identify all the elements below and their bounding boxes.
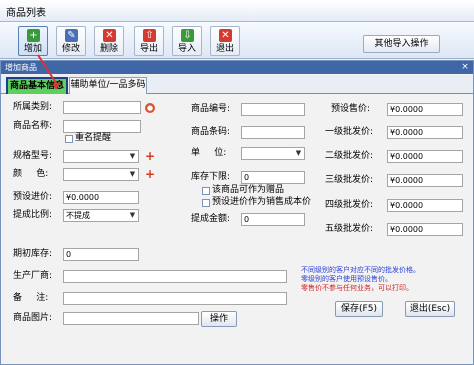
commission-ratio-value: 不提成 [66,211,90,220]
lvl3-price-field[interactable]: ¥0.0000 [387,174,463,187]
note-line-2: 零级别的客户使用预设售价。 [301,275,392,283]
stock-lower-label: 库存下限: [191,172,231,182]
import-button[interactable]: ⇩ 导入 [172,26,202,56]
unit-combo[interactable]: ▼ [241,147,305,160]
commission-ratio-combo[interactable]: 不提成 ▼ [63,209,139,222]
barcode-label: 商品条码: [191,127,231,137]
stock-lower-field[interactable]: 0 [241,171,305,184]
app-root: 商品列表 + 增加 ✎ 修改 ✕ 删除 ⇧ 导出 ⇩ 导入 ✕ 退出 其他导入操… [0,0,474,365]
name-label: 商品名称: [13,121,53,131]
lvl2-price-field[interactable]: ¥0.0000 [387,150,463,163]
preset-sale-label: 预设售价: [331,104,371,114]
preset-sale-field[interactable]: ¥0.0000 [387,103,463,116]
delete-button[interactable]: ✕ 删除 [94,26,124,56]
add-color-icon[interactable]: + [145,168,155,180]
dup-remind-checkbox[interactable] [65,135,73,143]
gift-checkbox[interactable] [202,187,210,195]
parent-title: 商品列表 [6,8,46,19]
export-button-label: 导出 [139,44,158,54]
add-button-label: 增加 [23,44,42,54]
export-button[interactable]: ⇧ 导出 [134,26,164,56]
commission-ratio-label: 提成比例: [13,210,53,220]
exit-button[interactable]: ✕ 退出 [210,26,240,56]
commission-amount-field[interactable]: 0 [241,213,305,226]
edit-icon: ✎ [65,29,78,42]
lvl1-price-field[interactable]: ¥0.0000 [387,126,463,139]
browse-image-button[interactable]: 操作 [201,311,237,327]
tab-basic-info[interactable]: 商品基本信息 [6,77,68,94]
tab-aux-units[interactable]: 辅助单位/一品多码 [69,77,147,94]
opening-stock-label: 期初库存: [13,249,53,259]
category-field[interactable] [63,101,141,114]
dup-remind-label: 重名提醒 [75,133,112,143]
lvl1-label: 一级批发价: [325,127,374,137]
delete-icon: ✕ [103,29,116,42]
chevron-down-icon: ▼ [129,211,136,219]
color-combo[interactable]: ▼ [63,168,139,181]
export-icon: ⇧ [143,29,156,42]
import-button-label: 导入 [177,44,196,54]
dialog-title-bar: 增加商品 × [1,61,473,74]
tab-strip: 商品基本信息 辅助单位/一品多码 [1,75,473,94]
image-label: 商品图片: [13,313,53,323]
add-icon: + [27,29,40,42]
preset-cost-checkbox[interactable] [202,199,210,207]
lvl2-label: 二级批发价: [325,151,374,161]
manufacturer-label: 生产厂商: [13,271,53,281]
add-button[interactable]: + 增加 [18,26,48,56]
note-line-3: 零售价不参与任何业务，可以打印。 [301,284,413,292]
preset-purchase-label: 预设进价: [13,192,53,202]
delete-button-label: 删除 [99,44,118,54]
exit-icon: ✕ [219,29,232,42]
chevron-down-icon: ▼ [129,170,136,178]
lvl4-price-field[interactable]: ¥0.0000 [387,199,463,212]
remark-field[interactable] [63,292,287,305]
import-icon: ⇩ [181,29,194,42]
spec-combo[interactable]: ▼ [63,150,139,163]
edit-button-label: 修改 [61,44,80,54]
code-field[interactable] [241,103,305,116]
code-label: 商品编号: [191,104,231,114]
exit-button-label: 退出 [215,44,234,54]
edit-button[interactable]: ✎ 修改 [56,26,86,56]
spec-label: 规格型号: [13,151,53,161]
opening-stock-field[interactable]: 0 [63,248,139,261]
preset-cost-option-label: 预设进价作为销售成本价 [212,197,312,207]
category-select-icon[interactable]: ● [145,103,155,113]
save-button[interactable]: 保存(F5) [335,301,383,317]
manufacturer-field[interactable] [63,270,287,283]
exit-dialog-button[interactable]: 退出(Esc) [405,301,455,317]
lvl5-price-field[interactable]: ¥0.0000 [387,223,463,236]
lvl4-label: 四级批发价: [325,200,374,210]
dialog-title: 增加商品 [5,63,37,72]
preset-purchase-field[interactable]: ¥0.0000 [63,191,139,204]
remark-label: 备 注: [13,293,49,303]
unit-label: 单 位: [191,148,227,158]
chevron-down-icon: ▼ [129,152,136,160]
close-icon[interactable]: × [460,62,470,72]
lvl5-label: 五级批发价: [325,224,374,234]
category-label: 所属类别: [13,102,53,112]
other-import-button[interactable]: 其他导入操作 [363,35,440,53]
image-path-field[interactable] [63,312,199,325]
note-line-1: 不同级别的客户对应不同的批发价格。 [301,266,420,274]
chevron-down-icon: ▼ [295,149,302,157]
add-spec-icon[interactable]: + [145,150,155,162]
color-label: 颜 色: [13,169,49,179]
add-product-dialog: 增加商品 × 商品基本信息 辅助单位/一品多码 所属类别: ● 商品名称: 重名… [0,60,474,365]
parent-title-bar: 商品列表 [0,0,474,22]
lvl3-label: 三级批发价: [325,175,374,185]
barcode-field[interactable] [241,126,305,139]
commission-amount-label: 提成金额: [191,214,231,224]
